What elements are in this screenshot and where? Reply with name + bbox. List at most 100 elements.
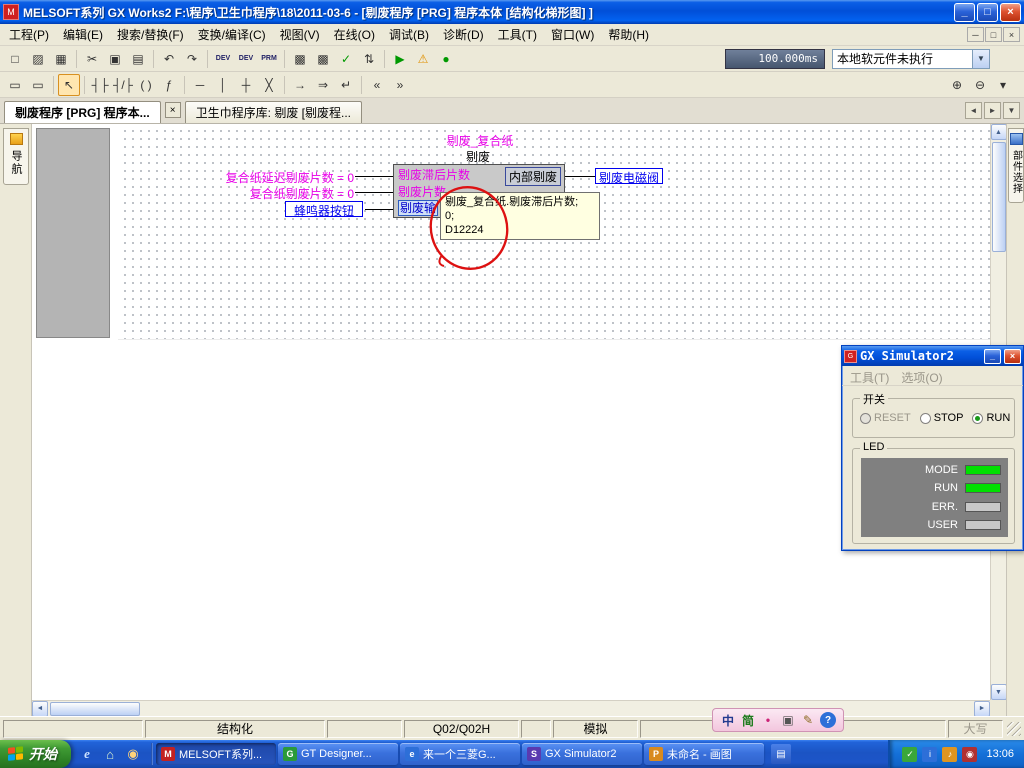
scroll-down-icon[interactable]: ▼ bbox=[991, 684, 1007, 700]
menu-compile[interactable]: 变换/编译(C) bbox=[191, 24, 273, 45]
ime-tools-icon[interactable]: ✎ bbox=[800, 712, 816, 728]
scroll-left-icon[interactable]: ◄ bbox=[32, 701, 48, 717]
rebuild-all-icon[interactable]: ▩ bbox=[312, 48, 334, 70]
device-comment-icon[interactable]: DEV bbox=[212, 48, 234, 70]
mdi-close-button[interactable]: × bbox=[1003, 27, 1020, 42]
fb-input-pin-2[interactable]: 剔废片数 bbox=[398, 183, 446, 200]
device-memory-icon[interactable]: DEV bbox=[235, 48, 257, 70]
show-desktop-icon[interactable]: ⌂ bbox=[101, 745, 119, 763]
output-operand[interactable]: 剔废电磁阀 bbox=[595, 168, 663, 184]
ime-chinese-mode-icon[interactable]: 中 bbox=[720, 712, 736, 728]
taskbar-button-paint[interactable]: P 未命名 - 画图 bbox=[644, 743, 764, 765]
simulator-close-button[interactable]: × bbox=[1004, 349, 1021, 364]
taskbar-button-browser[interactable]: e 来一个三菱G... bbox=[400, 743, 520, 765]
taskbar-button-gx-simulator[interactable]: S GX Simulator2 bbox=[522, 743, 642, 765]
ime-punctuation-icon[interactable]: • bbox=[760, 712, 776, 728]
menu-project[interactable]: 工程(P) bbox=[2, 24, 56, 45]
horizontal-scroll-thumb[interactable] bbox=[50, 702, 140, 716]
watch-warning-icon[interactable]: ⚠ bbox=[412, 48, 434, 70]
menu-view[interactable]: 视图(V) bbox=[273, 24, 327, 45]
minimize-button[interactable]: _ bbox=[954, 3, 975, 22]
fb-instance-title[interactable]: 剔废_复合纸 bbox=[400, 132, 560, 149]
tray-volume-icon[interactable]: ♪ bbox=[942, 747, 957, 762]
delete-line-icon[interactable]: ╳ bbox=[258, 74, 280, 96]
fb-input-pin-3[interactable]: 剔废输 bbox=[398, 199, 438, 216]
build-icon[interactable]: ▩ bbox=[289, 48, 311, 70]
input-operand-2[interactable]: 复合纸剔废片数 = 0 bbox=[192, 185, 354, 202]
menu-help[interactable]: 帮助(H) bbox=[601, 24, 656, 45]
dock-window-icon[interactable]: ▭ bbox=[4, 74, 26, 96]
paste-icon[interactable]: ▤ bbox=[127, 48, 149, 70]
tab-list-dropdown-icon[interactable]: ▼ bbox=[1003, 102, 1020, 119]
mdi-minimize-button[interactable]: ─ bbox=[967, 27, 984, 42]
vertical-line-icon[interactable]: │ bbox=[212, 74, 234, 96]
restore-button[interactable]: □ bbox=[977, 3, 998, 22]
element-selection-panel-tab[interactable]: 部件选择 bbox=[1008, 128, 1024, 203]
tab-program-body[interactable]: 剔废程序 [PRG] 程序本... bbox=[4, 101, 161, 123]
float-window-icon[interactable]: ▭ bbox=[27, 74, 49, 96]
fb-input-pin-1[interactable]: 剔废滞后片数 bbox=[398, 166, 470, 183]
write-to-plc-icon[interactable]: ⇅ bbox=[358, 48, 380, 70]
combo-dropdown-icon[interactable]: ▼ bbox=[972, 50, 989, 68]
menu-diagnostics[interactable]: 诊断(D) bbox=[436, 24, 491, 45]
horizontal-line-icon[interactable]: ─ bbox=[189, 74, 211, 96]
tab-scroll-left-icon[interactable]: ◄ bbox=[965, 102, 982, 119]
taskbar-button-gt-designer[interactable]: G GT Designer... bbox=[278, 743, 398, 765]
copy-icon[interactable]: ▣ bbox=[104, 48, 126, 70]
close-button[interactable]: × bbox=[1000, 3, 1021, 22]
horizontal-scrollbar[interactable]: ◄ ► bbox=[32, 700, 990, 716]
vertical-scroll-thumb[interactable] bbox=[992, 142, 1006, 252]
parameter-icon[interactable]: PRM bbox=[258, 48, 280, 70]
closed-contact-icon[interactable]: ┤/├ bbox=[112, 74, 134, 96]
input-operand-1[interactable]: 复合纸延迟剔废片数 = 0 bbox=[172, 169, 354, 186]
menu-edit[interactable]: 编辑(E) bbox=[56, 24, 110, 45]
ime-simplified-icon[interactable]: 简 bbox=[740, 712, 756, 728]
simulator-menu-options[interactable]: 选项(O) bbox=[901, 369, 942, 382]
menu-online[interactable]: 在线(O) bbox=[327, 24, 382, 45]
menu-debug[interactable]: 调试(B) bbox=[382, 24, 436, 45]
label-icon[interactable]: → bbox=[289, 74, 311, 96]
input-operand-3[interactable]: 蜂鸣器按钮 bbox=[285, 201, 363, 217]
open-project-icon[interactable]: ▨ bbox=[27, 48, 49, 70]
zoom-out-icon[interactable]: ⊖ bbox=[969, 74, 991, 96]
tray-update-icon[interactable]: ◉ bbox=[962, 747, 977, 762]
taskbar-button-melsoft[interactable]: M MELSOFT系列... bbox=[156, 743, 276, 765]
tray-network-icon[interactable]: i bbox=[922, 747, 937, 762]
scroll-up-icon[interactable]: ▲ bbox=[991, 124, 1007, 140]
media-player-icon[interactable]: ◉ bbox=[124, 745, 142, 763]
gx-simulator2-window[interactable]: G GX Simulator2 _ × 工具(T) 选项(O) 开关 RESET… bbox=[841, 345, 1024, 551]
redo-icon[interactable]: ↷ bbox=[181, 48, 203, 70]
input-label-icon[interactable]: « bbox=[366, 74, 388, 96]
radio-run-circle[interactable] bbox=[972, 413, 983, 424]
line-cross-icon[interactable]: ┼ bbox=[235, 74, 257, 96]
simulator-minimize-button[interactable]: _ bbox=[984, 349, 1001, 364]
language-bar-button[interactable]: ▤ bbox=[771, 744, 791, 764]
save-project-icon[interactable]: ▦ bbox=[50, 48, 72, 70]
menu-tools[interactable]: 工具(T) bbox=[491, 24, 544, 45]
device-status-combo[interactable]: 本地软元件未执行 ▼ bbox=[832, 49, 990, 69]
coil-icon[interactable]: ( ) bbox=[135, 74, 157, 96]
fb-input-pin-3-selection[interactable]: 剔废输 bbox=[398, 200, 438, 216]
select-mode-icon[interactable]: ↖ bbox=[58, 74, 80, 96]
radio-stop[interactable]: STOP bbox=[920, 412, 964, 424]
menu-window[interactable]: 窗口(W) bbox=[544, 24, 601, 45]
fb-output-pin[interactable]: 内部剔废 bbox=[505, 167, 561, 186]
simulator-title-bar[interactable]: G GX Simulator2 _ × bbox=[842, 346, 1023, 366]
function-block-icon[interactable]: ƒ bbox=[158, 74, 180, 96]
open-contact-icon[interactable]: ┤├ bbox=[89, 74, 111, 96]
zoom-in-icon[interactable]: ⊕ bbox=[946, 74, 968, 96]
navigation-panel-tab[interactable]: 导航 bbox=[3, 128, 29, 185]
radio-stop-circle[interactable] bbox=[920, 413, 931, 424]
return-icon[interactable]: ↵ bbox=[335, 74, 357, 96]
radio-run[interactable]: RUN bbox=[972, 412, 1010, 424]
ime-softkeyboard-icon[interactable]: ▣ bbox=[780, 712, 796, 728]
toolbar-more-icon[interactable]: ▾ bbox=[992, 74, 1014, 96]
menu-find-replace[interactable]: 搜索/替换(F) bbox=[110, 24, 191, 45]
scroll-right-icon[interactable]: ► bbox=[974, 701, 990, 717]
internet-explorer-icon[interactable]: e bbox=[78, 745, 96, 763]
tab-library[interactable]: 卫生巾程序库: 剔废 [剔废程... bbox=[185, 101, 362, 123]
ime-help-icon[interactable]: ? bbox=[820, 712, 836, 728]
new-project-icon[interactable]: □ bbox=[4, 48, 26, 70]
mdi-restore-button[interactable]: □ bbox=[985, 27, 1002, 42]
simulator-menu-tools[interactable]: 工具(T) bbox=[850, 369, 889, 382]
